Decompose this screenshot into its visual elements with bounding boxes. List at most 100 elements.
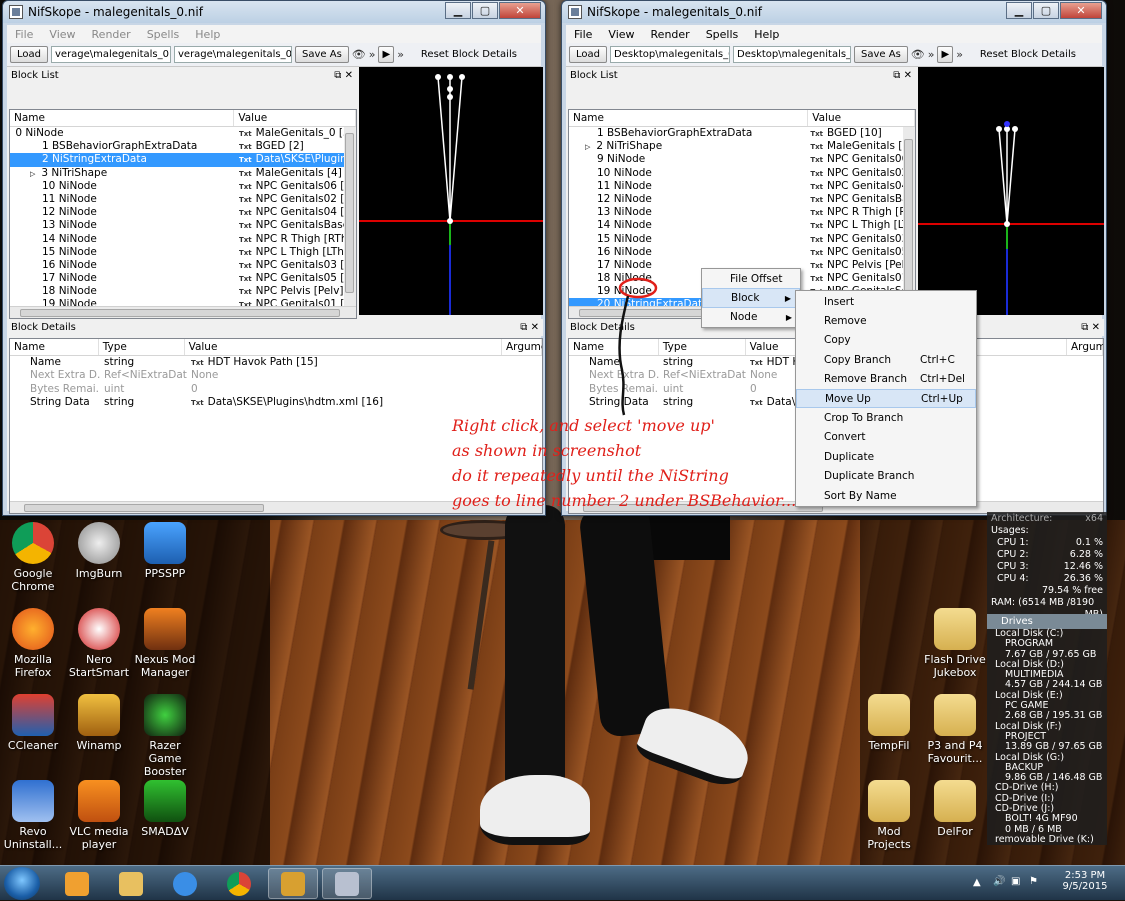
save-path-input[interactable]: verage\malegenitals_0.nif [174, 46, 292, 63]
start-button[interactable] [4, 867, 40, 900]
desktop-shortcut[interactable]: VLC media player [66, 780, 132, 851]
tree-row[interactable]: ▷ 2 NiTriShape Txt MaleGenitals [3] [569, 140, 915, 153]
collapsed-arrow-icon[interactable]: ▷ [30, 170, 35, 178]
menu-item-remove[interactable]: Remove [796, 311, 976, 330]
vertical-scrollbar[interactable] [903, 127, 915, 307]
eye-icon[interactable]: 👁 [352, 48, 366, 61]
details-col-type[interactable]: Type [99, 339, 185, 355]
desktop-shortcut[interactable]: Nexus Mod Manager [132, 608, 198, 679]
desktop-shortcut[interactable]: Google Chrome [0, 522, 66, 593]
menu-item-remove-branch[interactable]: Remove Branch Ctrl+Del [796, 370, 976, 389]
load-path-input[interactable]: Desktop\malegenitals_0.nif [610, 46, 730, 63]
tree-row[interactable]: 1 BSBehaviorGraphExtraData Txt BGED [10] [569, 127, 915, 140]
tree-row[interactable]: 16 NiNode TxtNPC Genitals03 [Ge [10, 259, 356, 272]
desktop-shortcut[interactable]: Mod Projects [856, 780, 922, 851]
horizontal-scrollbar[interactable] [10, 306, 356, 318]
more-chevron-icon[interactable]: » [369, 48, 376, 61]
tree-row[interactable]: 15 NiNode Txt NPC L Thigh [LThg] [10, 246, 356, 259]
details-row[interactable]: Name string Txt HDT Havok Path [15] [10, 356, 542, 369]
tree-row[interactable]: 11 NiNode TxtNPC Genitals02 [Ge [10, 193, 356, 206]
desktop-shortcut[interactable]: Razer Game Booster [132, 694, 198, 778]
reset-block-details-button[interactable]: Reset Block Details [980, 49, 1076, 60]
desktop-shortcut[interactable]: PPSSPP [132, 522, 198, 580]
tree-row[interactable]: 13 NiNode TxtNPC GenitalsBase [( [10, 219, 356, 232]
tree-row[interactable]: ▷ 3 NiTriShape Txt MaleGenitals [4] [10, 167, 356, 180]
desktop-shortcut[interactable]: SMADΔV [132, 780, 198, 838]
tree-row[interactable]: 1 BSBehaviorGraphExtraData Txt BGED [2] [10, 140, 356, 153]
taskbar-internet-explorer[interactable] [160, 868, 210, 899]
desktop-shortcut[interactable]: Flash Drive Jukebox [922, 608, 988, 679]
menu-item-duplicate-branch[interactable]: Duplicate Branch [796, 467, 976, 486]
desktop-shortcut[interactable]: CCleaner [0, 694, 66, 752]
details-col-argument[interactable]: Argume [502, 339, 542, 355]
title-bar[interactable]: NifSkope - malegenitals_0.nif ▁ ▢ ✕ [3, 1, 545, 23]
tree-row[interactable]: 2 NiStringExtraData TxtData\SKSE\Plugins\ [10, 153, 356, 167]
details-col-name[interactable]: Name [569, 339, 659, 355]
show-hidden-icons[interactable]: ▲ [973, 877, 981, 888]
details-value[interactable]: Txt HDT Havok Path [15] [187, 356, 487, 369]
tree-row[interactable]: 18 NiNode TxtNPC Pelvis [Pelv] [1 [10, 285, 356, 298]
more-chevron-icon[interactable]: » [397, 48, 404, 61]
column-value[interactable]: Value [808, 110, 915, 126]
details-col-type[interactable]: Type [659, 339, 746, 355]
load-path-input[interactable]: verage\malegenitals_0.nif [51, 46, 171, 63]
menu-item-move-up[interactable]: Move Up Ctrl+Up [796, 388, 976, 409]
minimize-button[interactable]: ▁ [1006, 2, 1032, 19]
taskbar-nifskope[interactable] [322, 868, 372, 899]
menu-spells[interactable]: Spells [698, 28, 747, 41]
desktop-shortcut[interactable]: P3 and P4 Favourit... [922, 694, 988, 765]
details-col-value[interactable]: Value [185, 339, 502, 355]
load-button[interactable]: Load [10, 46, 48, 63]
reset-block-details-button[interactable]: Reset Block Details [421, 49, 517, 60]
taskbar-chrome[interactable] [214, 868, 264, 899]
menu-item-sort-by-name[interactable]: Sort By Name [796, 486, 976, 505]
save-as-button[interactable]: Save As [295, 46, 349, 63]
column-value[interactable]: Value [234, 110, 356, 126]
tree-row[interactable]: 12 NiNode TxtNPC Genitals04 [Ge [10, 206, 356, 219]
desktop-shortcut[interactable]: Winamp [66, 694, 132, 752]
tree-row[interactable]: 10 NiNode TxtNPC Genitals06 [Ge [10, 180, 356, 193]
desktop-shortcut[interactable]: TempFil [856, 694, 922, 752]
details-value[interactable]: 0 [187, 383, 487, 396]
dock-close-icons[interactable]: ⧉ ✕ [1081, 322, 1100, 333]
desktop-shortcut[interactable]: ImgBurn [66, 522, 132, 580]
menu-item-convert[interactable]: Convert [796, 428, 976, 447]
flag-icon[interactable]: ⚑ [1029, 876, 1038, 887]
menu-render[interactable]: Render [643, 28, 698, 41]
tree-row[interactable]: 10 NiNode Txt NPC Genitals02 [ [569, 167, 915, 180]
tree-row[interactable]: 16 NiNode Txt NPC Genitals05 [ [569, 246, 915, 259]
title-bar[interactable]: NifSkope - malegenitals_0.nif ▁ ▢ ✕ [562, 1, 1106, 23]
menu-help[interactable]: Help [187, 28, 228, 41]
volume-icon[interactable]: 🔊 [993, 876, 1005, 887]
menu-help[interactable]: Help [746, 28, 787, 41]
menu-render[interactable]: Render [84, 28, 139, 41]
details-value[interactable]: None [187, 369, 487, 382]
dock-close-icons[interactable]: ⧉ ✕ [893, 70, 912, 81]
desktop-shortcut[interactable]: DelFor [922, 780, 988, 838]
details-col-argument[interactable]: Argume [1067, 339, 1103, 355]
play-icon[interactable]: ▶ [378, 46, 395, 63]
tree-row[interactable]: 14 NiNode Txt NPC R Thigh [RThg [10, 233, 356, 246]
menu-item-file-offset[interactable]: File Offset [702, 269, 800, 288]
vertical-scrollbar[interactable] [344, 127, 356, 307]
clock[interactable]: 2:53 PM 9/5/2015 [1057, 870, 1113, 892]
maximize-button[interactable]: ▢ [1033, 2, 1059, 19]
menu-view[interactable]: View [41, 28, 83, 41]
menu-item-block[interactable]: Block ▶ [702, 288, 800, 308]
dock-close-icons[interactable]: ⧉ ✕ [334, 70, 353, 81]
taskbar-media-player[interactable] [52, 868, 102, 899]
tree-row[interactable]: 9 NiNode Txt NPC Genitals06 [ [569, 153, 915, 166]
more-chevron-icon[interactable]: » [956, 48, 963, 61]
column-name[interactable]: Name [10, 110, 235, 126]
load-button[interactable]: Load [569, 46, 607, 63]
menu-file[interactable]: File [566, 28, 600, 41]
tree-row[interactable]: 11 NiNode Txt NPC Genitals04 [ [569, 180, 915, 193]
menu-view[interactable]: View [600, 28, 642, 41]
maximize-button[interactable]: ▢ [472, 2, 498, 19]
play-icon[interactable]: ▶ [937, 46, 954, 63]
eye-icon[interactable]: 👁 [911, 48, 925, 61]
tree-row[interactable]: 17 NiNode TxtNPC Genitals05 [Ge [10, 272, 356, 285]
menu-item-node[interactable]: Node ▶ [702, 308, 800, 327]
tree-row[interactable]: 14 NiNode Txt NPC L Thigh [LT [569, 219, 915, 232]
menu-item-copy-branch[interactable]: Copy Branch Ctrl+C [796, 350, 976, 369]
